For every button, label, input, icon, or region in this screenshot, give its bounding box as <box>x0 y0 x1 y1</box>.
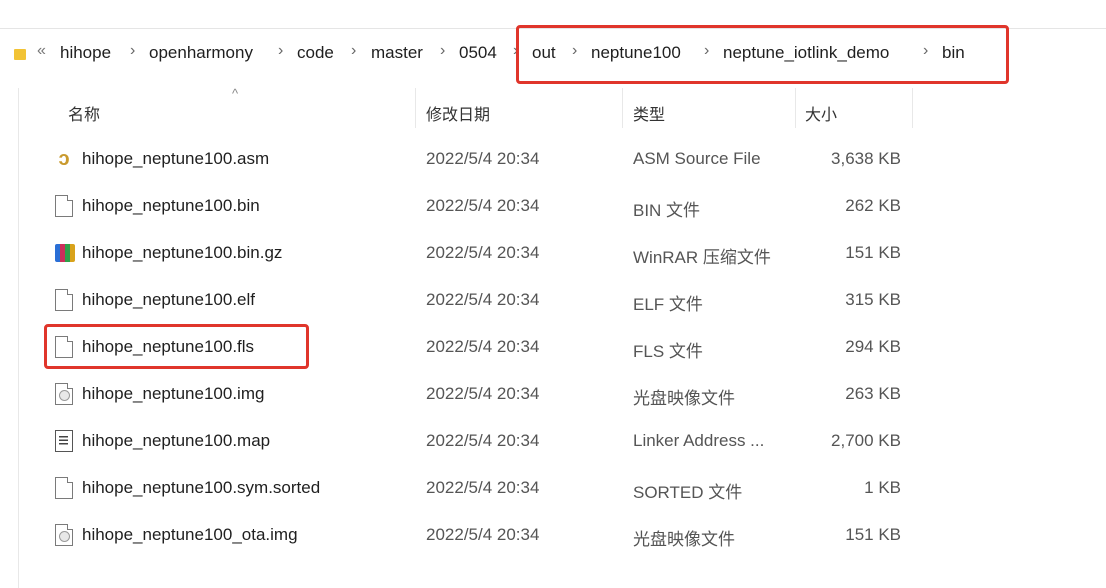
breadcrumb-openharmony[interactable]: openharmony <box>149 43 253 63</box>
column-header-type[interactable]: 类型 <box>633 101 665 125</box>
path-highlight-box <box>516 25 1009 84</box>
disc-image-icon <box>55 383 73 405</box>
file-size: 262 KB <box>845 196 901 215</box>
file-row[interactable]: hihope_neptune100_ota.img 2022/5/4 20:34… <box>0 512 1106 559</box>
file-type: BIN 文件 <box>633 201 701 220</box>
file-name[interactable]: hihope_neptune100.sym.sorted <box>82 478 320 498</box>
file-name[interactable]: hihope_neptune100.img <box>82 384 264 404</box>
file-type: SORTED 文件 <box>633 483 743 502</box>
file-name[interactable]: hihope_neptune100.elf <box>82 290 255 310</box>
file-size: 3,638 KB <box>831 149 901 168</box>
file-size: 2,700 KB <box>831 431 901 450</box>
file-type: 光盘映像文件 <box>633 530 735 549</box>
file-date: 2022/5/4 20:34 <box>426 337 540 356</box>
file-type: ELF 文件 <box>633 295 703 314</box>
column-header-name[interactable]: 名称 <box>68 101 100 125</box>
file-date: 2022/5/4 20:34 <box>426 384 540 403</box>
chevron-right-icon[interactable]: › <box>130 42 135 60</box>
file-date: 2022/5/4 20:34 <box>426 243 540 262</box>
breadcrumb-0504[interactable]: 0504 <box>459 43 497 63</box>
column-divider[interactable] <box>795 88 796 128</box>
file-name[interactable]: hihope_neptune100.bin.gz <box>82 243 282 263</box>
file-date: 2022/5/4 20:34 <box>426 478 540 497</box>
file-row[interactable]: ↄ hihope_neptune100.asm 2022/5/4 20:34 A… <box>0 136 1106 183</box>
file-type: FLS 文件 <box>633 342 703 361</box>
file-highlight-box <box>44 324 309 369</box>
breadcrumb-code[interactable]: code <box>297 43 334 63</box>
file-size: 263 KB <box>845 384 901 403</box>
file-size: 151 KB <box>845 525 901 544</box>
text-file-icon <box>55 430 73 452</box>
file-row[interactable]: hihope_neptune100.sym.sorted 2022/5/4 20… <box>0 465 1106 512</box>
file-date: 2022/5/4 20:34 <box>426 196 540 215</box>
file-size: 315 KB <box>845 290 901 309</box>
file-type: WinRAR 压缩文件 <box>633 248 771 267</box>
chevron-right-icon[interactable]: › <box>278 42 283 60</box>
folder-icon <box>14 49 26 60</box>
file-name[interactable]: hihope_neptune100.map <box>82 431 270 451</box>
sort-ascending-icon: ^ <box>232 86 239 101</box>
winrar-icon <box>55 244 75 262</box>
chevron-right-icon[interactable]: › <box>440 42 445 60</box>
file-name[interactable]: hihope_neptune100.bin <box>82 196 260 216</box>
file-row[interactable]: hihope_neptune100.map 2022/5/4 20:34 Lin… <box>0 418 1106 465</box>
column-divider[interactable] <box>622 88 623 128</box>
file-type: Linker Address ... <box>633 431 765 450</box>
file-size: 151 KB <box>845 243 901 262</box>
breadcrumb-master[interactable]: master <box>371 43 423 63</box>
file-size: 294 KB <box>845 337 901 356</box>
file-row[interactable]: hihope_neptune100.bin.gz 2022/5/4 20:34 … <box>0 230 1106 277</box>
file-icon <box>55 289 73 311</box>
file-row[interactable]: hihope_neptune100.bin 2022/5/4 20:34 BIN… <box>0 183 1106 230</box>
file-date: 2022/5/4 20:34 <box>426 149 540 168</box>
file-type: 光盘映像文件 <box>633 389 735 408</box>
file-name[interactable]: hihope_neptune100.asm <box>82 149 269 169</box>
file-date: 2022/5/4 20:34 <box>426 290 540 309</box>
file-date: 2022/5/4 20:34 <box>426 525 540 544</box>
file-icon <box>55 195 73 217</box>
column-divider[interactable] <box>415 88 416 128</box>
file-name[interactable]: hihope_neptune100_ota.img <box>82 525 298 545</box>
file-size: 1 KB <box>864 478 901 497</box>
disc-image-icon <box>55 524 73 546</box>
column-header-date[interactable]: 修改日期 <box>426 101 490 125</box>
column-divider[interactable] <box>912 88 913 128</box>
overflow-chevron-icon[interactable]: « <box>37 42 46 60</box>
column-header-size[interactable]: 大小 <box>805 101 837 125</box>
asm-file-icon: ↄ <box>58 148 70 170</box>
file-row[interactable]: hihope_neptune100.elf 2022/5/4 20:34 ELF… <box>0 277 1106 324</box>
file-type: ASM Source File <box>633 149 761 168</box>
file-date: 2022/5/4 20:34 <box>426 431 540 450</box>
file-row[interactable]: hihope_neptune100.img 2022/5/4 20:34 光盘映… <box>0 371 1106 418</box>
file-icon <box>55 477 73 499</box>
chevron-right-icon[interactable]: › <box>351 42 356 60</box>
breadcrumb-hihope[interactable]: hihope <box>60 43 111 63</box>
